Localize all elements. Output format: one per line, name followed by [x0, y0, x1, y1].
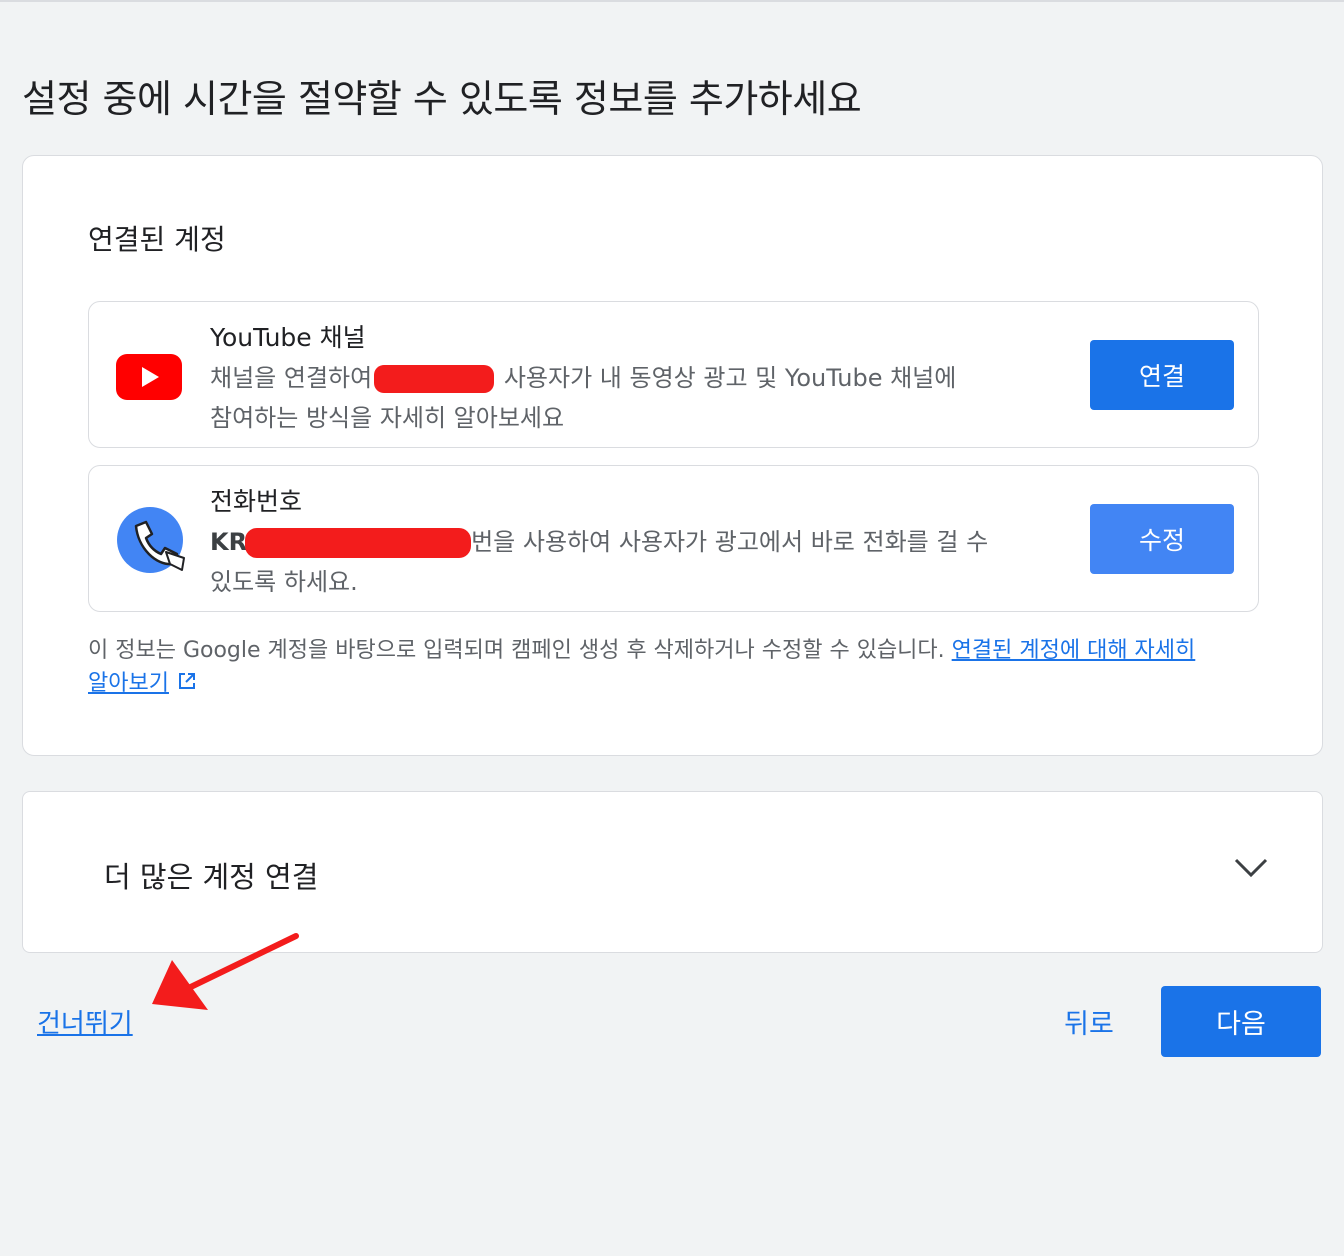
linked-accounts-heading: 연결된 계정: [88, 223, 226, 256]
redaction-mark: [374, 365, 495, 393]
phone-desc-prefix: KR: [210, 528, 248, 556]
youtube-desc-line2: 참여하는 방식을 자세히 알아보세요: [210, 404, 565, 432]
phone-icon: [116, 506, 188, 580]
skip-link[interactable]: 건너뛰기: [37, 1003, 133, 1040]
connect-youtube-button[interactable]: 연결: [1090, 340, 1234, 410]
info-text-body: 이 정보는 Google 계정을 바탕으로 입력되며 캠페인 생성 후 삭제하거…: [88, 638, 945, 663]
youtube-desc-part2: 사용자가 내 동영상 광고 및 YouTube 채널에: [503, 364, 957, 392]
youtube-channel-description: 채널을 연결하여 사용자가 내 동영상 광고 및 YouTube 채널에 참여하…: [210, 358, 1060, 438]
page-title: 설정 중에 시간을 절약할 수 있도록 정보를 추가하세요: [22, 77, 862, 121]
learn-more-text-2: 알아보기: [88, 671, 169, 696]
next-button[interactable]: 다음: [1161, 986, 1321, 1057]
youtube-desc-part1: 채널을 연결하여: [210, 364, 373, 392]
external-link-icon: [177, 668, 197, 701]
annotation-arrow-icon: [148, 928, 300, 1020]
learn-more-text: 연결된 계정에 대해 자세히: [951, 638, 1196, 663]
top-divider: [0, 0, 1344, 2]
phone-number-row: 전화번호 KR 번을 사용하여 사용자가 광고에서 바로 전화를 걸 수 있도록 …: [88, 465, 1259, 612]
phone-desc-part2: 번을 사용하여 사용자가 광고에서 바로 전화를 걸 수: [471, 528, 989, 556]
redaction-mark: [245, 528, 472, 558]
youtube-channel-title: YouTube 채널: [210, 323, 366, 352]
phone-number-description: KR 번을 사용하여 사용자가 광고에서 바로 전화를 걸 수 있도록 하세요.: [210, 522, 1060, 602]
more-accounts-title: 더 많은 계정 연결: [104, 860, 319, 894]
phone-desc-line2: 있도록 하세요.: [210, 568, 358, 596]
youtube-channel-row: YouTube 채널 채널을 연결하여 사용자가 내 동영상 광고 및 YouT…: [88, 301, 1259, 448]
chevron-down-icon[interactable]: [1233, 856, 1269, 884]
edit-phone-button[interactable]: 수정: [1090, 504, 1234, 574]
account-info-text: 이 정보는 Google 계정을 바탕으로 입력되며 캠페인 생성 후 삭제하거…: [88, 634, 1248, 701]
phone-number-title: 전화번호: [210, 487, 303, 516]
youtube-icon: [116, 354, 182, 404]
linked-accounts-card: 연결된 계정 YouTube 채널 채널을 연결하여 사용자가 내 동영상 광고…: [22, 155, 1323, 756]
back-button[interactable]: 뒤로: [1048, 986, 1130, 1056]
